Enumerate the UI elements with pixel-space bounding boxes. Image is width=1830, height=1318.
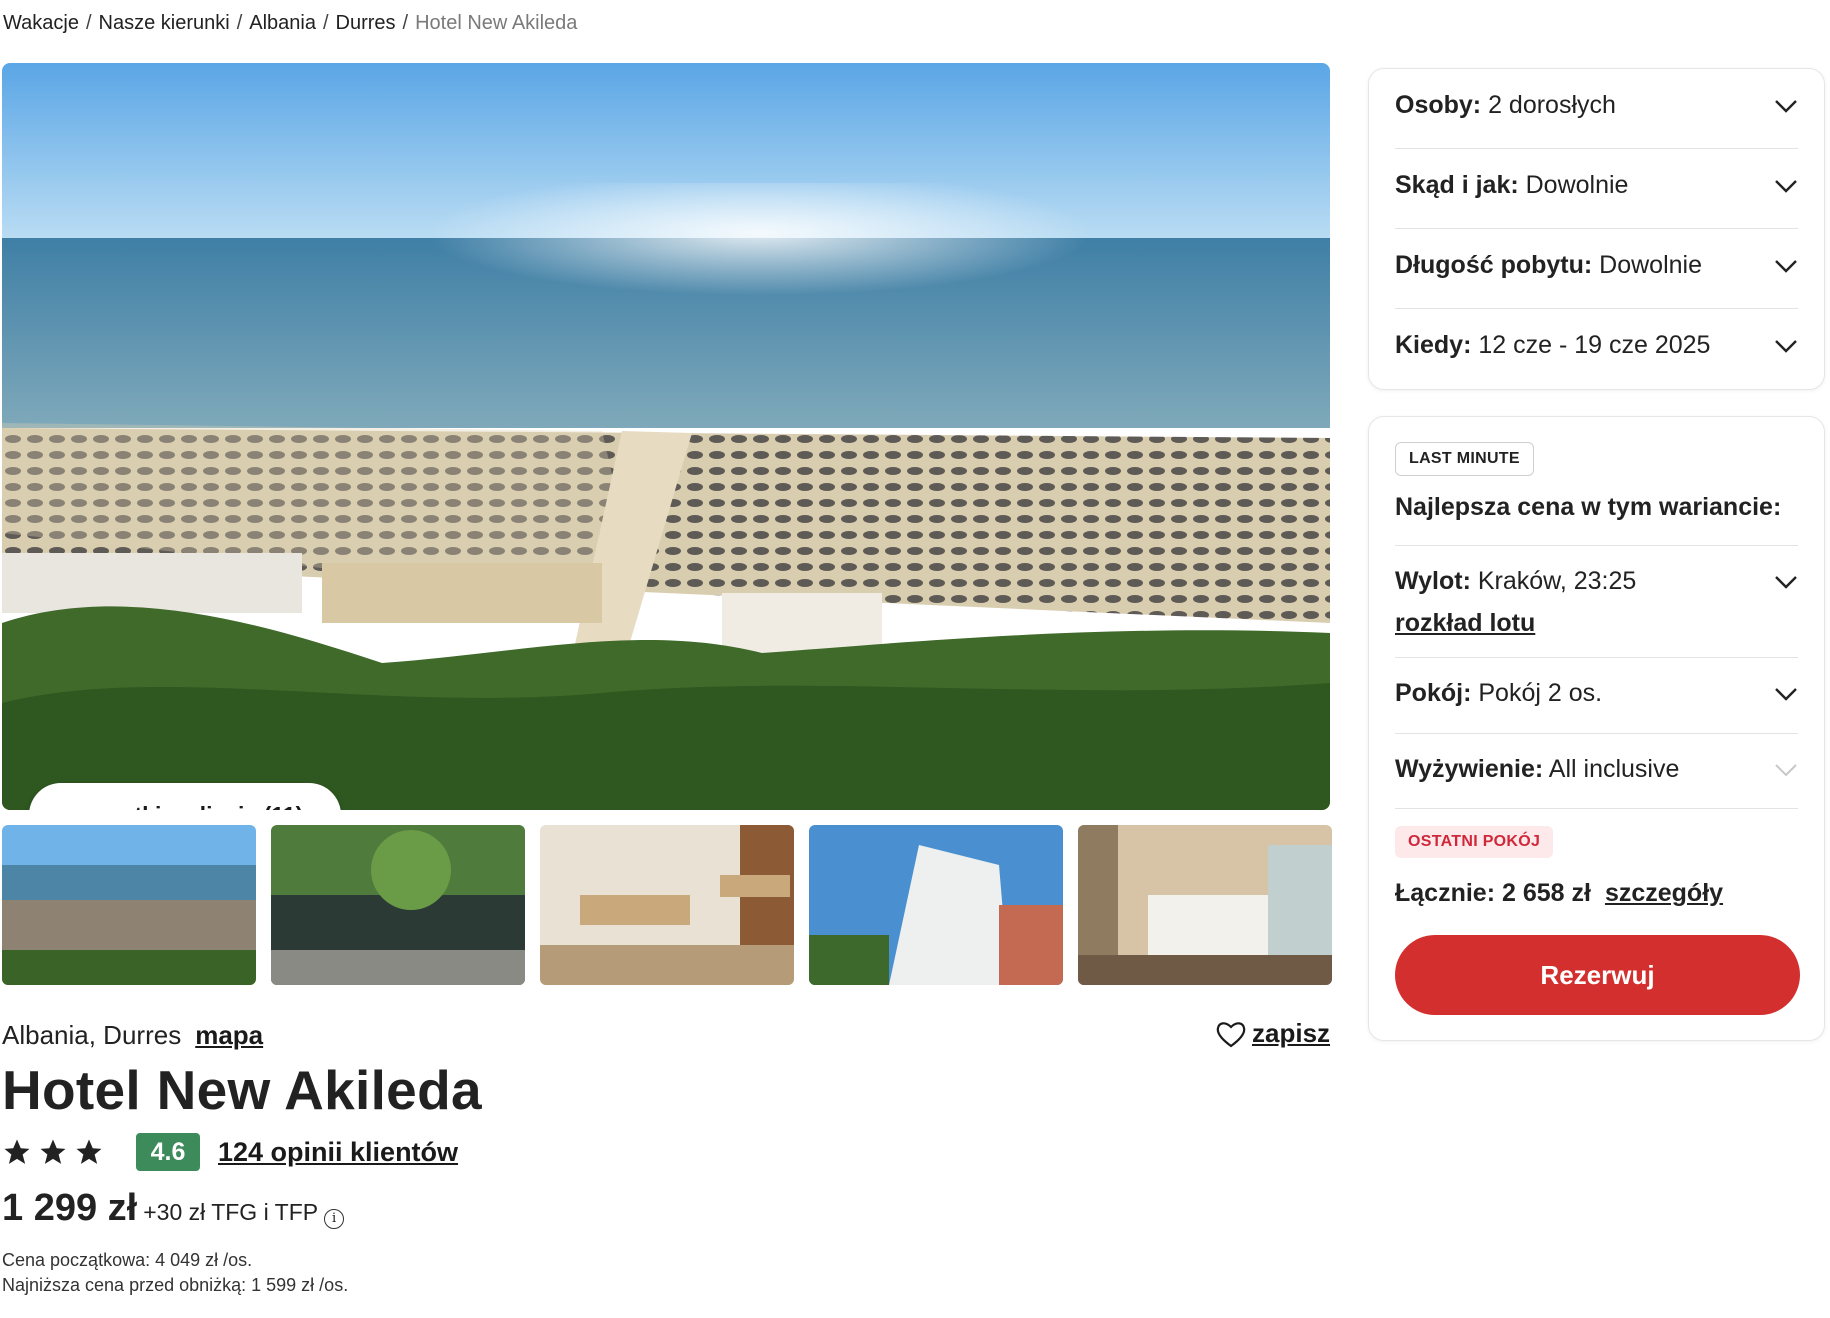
thumbnail-building-image	[809, 825, 1063, 985]
last-minute-badge: LAST MINUTE	[1395, 442, 1534, 476]
board-value: All inclusive	[1548, 755, 1680, 783]
breadcrumb-separator: /	[322, 12, 329, 34]
breadcrumb-separator: /	[85, 12, 92, 34]
filter-departure[interactable]: Skąd i jak: Dowolnie	[1395, 171, 1798, 200]
breadcrumb-nasze-kierunki[interactable]: Nasze kierunki	[99, 12, 230, 35]
flight-schedule-link[interactable]: rozkład lotu	[1395, 609, 1535, 638]
divider	[1395, 228, 1798, 229]
divider	[1395, 657, 1798, 658]
filter-dates[interactable]: Kiedy: 12 cze - 19 cze 2025	[1395, 331, 1798, 360]
rating-row: 4.6 124 opinii klientów	[2, 1133, 458, 1171]
chevron-down-icon	[1775, 575, 1797, 589]
breadcrumb-separator: /	[236, 12, 243, 34]
board-label: Wyżywienie:	[1395, 755, 1544, 783]
breadcrumb: Wakacje / Nasze kierunki / Albania / Dur…	[3, 12, 577, 35]
search-filters-card: Osoby: 2 dorosłych Skąd i jak: Dowolnie …	[1368, 68, 1825, 390]
divider	[1395, 808, 1798, 809]
filter-persons-value: 2 dorosłych	[1488, 91, 1616, 119]
info-icon[interactable]: i	[324, 1208, 345, 1229]
hotel-name: Hotel New Akileda	[2, 1059, 482, 1121]
filter-dates-value: 12 cze - 19 cze 2025	[1478, 331, 1711, 359]
filter-dates-label: Kiedy:	[1395, 331, 1472, 359]
reviews-link[interactable]: 124 opinii klientów	[218, 1137, 458, 1168]
star-icon	[40, 1139, 66, 1164]
filter-persons-label: Osoby:	[1395, 91, 1482, 119]
divider	[1395, 148, 1798, 149]
chevron-down-icon	[1775, 99, 1797, 113]
filter-persons-text: Osoby: 2 dorosłych	[1395, 91, 1616, 120]
thumbnail-building[interactable]	[809, 825, 1063, 985]
breadcrumb-wakacje[interactable]: Wakacje	[3, 12, 79, 35]
rating-score-badge: 4.6	[136, 1133, 200, 1171]
thumbnail-bedroom[interactable]	[1078, 825, 1332, 985]
chevron-down-icon	[1775, 339, 1797, 353]
price-extra: +30 zł TFG i TFP	[143, 1199, 319, 1225]
star-icon	[4, 1139, 30, 1164]
best-price-heading: Najlepsza cena w tym wariancie:	[1395, 493, 1782, 521]
save-label: zapisz	[1252, 1018, 1331, 1048]
hotel-location: Albania, Durres mapa	[2, 1020, 263, 1051]
breadcrumb-durres[interactable]: Durres	[336, 12, 396, 35]
thumbnail-bedroom-image	[1078, 825, 1332, 985]
flight-label: Wylot:	[1395, 567, 1471, 595]
hero-photo[interactable]: wszystkie zdjęcia (11)	[2, 63, 1330, 810]
room-label: Pokój:	[1395, 679, 1472, 707]
map-link[interactable]: mapa	[195, 1020, 263, 1051]
all-photos-button[interactable]: wszystkie zdjęcia (11)	[29, 783, 341, 810]
divider	[1395, 545, 1798, 546]
last-room-badge: OSTATNI POKÓJ	[1395, 826, 1554, 858]
offer-card: LAST MINUTE Najlepsza cena w tym warianc…	[1368, 416, 1825, 1041]
board-selector[interactable]: Wyżywienie: All inclusive	[1395, 755, 1798, 784]
save-button[interactable]: zapisz	[1216, 1018, 1330, 1049]
flight-value: Kraków, 23:25	[1477, 567, 1637, 595]
star-icon	[76, 1139, 102, 1164]
hero-beach-image	[2, 63, 1330, 810]
chevron-down-icon	[1775, 259, 1797, 273]
start-price-note: Cena początkowa: 4 049 zł /os.	[2, 1250, 253, 1270]
thumbnail-entrance[interactable]	[271, 825, 525, 985]
total-price-text: Łącznie: 2 658 zł	[1395, 879, 1591, 907]
thumbnail-beach-image	[2, 825, 256, 985]
room-text: Pokój: Pokój 2 os.	[1395, 679, 1602, 708]
reserve-button[interactable]: Rezerwuj	[1395, 935, 1800, 1015]
thumbnail-dining[interactable]	[540, 825, 794, 985]
divider	[1395, 308, 1798, 309]
breadcrumb-separator: /	[402, 12, 409, 34]
flight-text: Wylot: Kraków, 23:25	[1395, 567, 1636, 596]
thumbnail-dining-image	[540, 825, 794, 985]
breadcrumb-albania[interactable]: Albania	[249, 12, 316, 35]
filter-stay-length-value: Dowolnie	[1599, 251, 1703, 279]
chevron-down-icon	[1775, 687, 1797, 701]
thumbnail-strip	[2, 825, 1332, 985]
thumbnail-beach[interactable]	[2, 825, 256, 985]
divider	[1395, 733, 1798, 734]
board-text: Wyżywienie: All inclusive	[1395, 755, 1679, 784]
room-value: Pokój 2 os.	[1478, 679, 1603, 707]
price-main: 1 299 zł	[2, 1187, 138, 1229]
filter-stay-length-label: Długość pobytu:	[1395, 251, 1593, 279]
filter-departure-label: Skąd i jak:	[1395, 171, 1519, 199]
thumbnail-entrance-image	[271, 825, 525, 985]
heart-icon	[1216, 1021, 1246, 1047]
breadcrumb-current: Hotel New Akileda	[415, 12, 578, 34]
filter-dates-text: Kiedy: 12 cze - 19 cze 2025	[1395, 331, 1710, 360]
filter-stay-length[interactable]: Długość pobytu: Dowolnie	[1395, 251, 1798, 280]
chevron-down-icon	[1775, 179, 1797, 193]
filter-persons[interactable]: Osoby: 2 dorosłych	[1395, 91, 1798, 120]
total-price: Łącznie: 2 658 zł szczegóły	[1395, 879, 1723, 908]
flight-selector[interactable]: Wylot: Kraków, 23:25	[1395, 567, 1798, 596]
location-text: Albania, Durres	[2, 1020, 182, 1050]
lowest-price-note: Najniższa cena przed obniżką: 1 599 zł /…	[2, 1275, 349, 1295]
details-link[interactable]: szczegóły	[1605, 879, 1723, 908]
filter-departure-text: Skąd i jak: Dowolnie	[1395, 171, 1628, 200]
filter-stay-length-text: Długość pobytu: Dowolnie	[1395, 251, 1702, 280]
price-row: 1 299 zł +30 zł TFG i TFP i	[2, 1187, 345, 1230]
chevron-down-icon	[1775, 763, 1797, 776]
room-selector[interactable]: Pokój: Pokój 2 os.	[1395, 679, 1798, 708]
filter-departure-value: Dowolnie	[1525, 171, 1629, 199]
